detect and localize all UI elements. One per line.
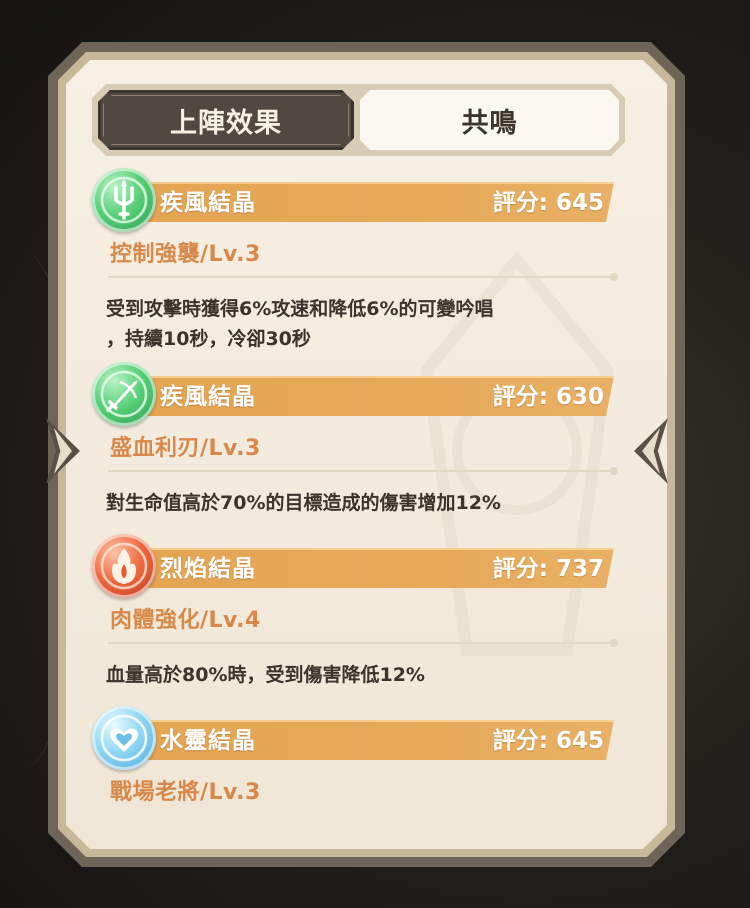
score-label: 評分: (492, 190, 548, 216)
heart-shield-gem-icon (92, 706, 156, 770)
skill-description: 對生命值高於70%的目標造成的傷害增加12% (106, 488, 626, 518)
tab-deploy-effects-label: 上陣效果 (170, 107, 282, 139)
crystal-name: 水靈結晶 (160, 728, 256, 754)
crystal-name: 疾風結晶 (160, 384, 256, 410)
score-value: 737 (555, 556, 604, 582)
tab-bar: 上陣效果 共鳴 (92, 84, 625, 156)
divider (108, 639, 618, 647)
flame-gem-icon (92, 534, 156, 598)
tab-deploy-effects[interactable]: 上陣效果 (98, 90, 354, 150)
skill-description-line: 受到攻擊時獲得6%攻速和降低6%的可變吟唱 (106, 298, 494, 320)
skill-description-line: 血量高於80%時，受到傷害降低12% (106, 664, 425, 686)
skill-description-line: ，持續10秒，冷卻30秒 (106, 328, 311, 350)
score-label: 評分: (492, 384, 548, 410)
tab-resonance[interactable]: 共鳴 (360, 90, 619, 150)
score-label: 評分: (492, 556, 548, 582)
skill-name: 肉體強化/Lv.4 (110, 608, 261, 633)
skill-description-line: 對生命值高於70%的目標造成的傷害增加12% (106, 492, 501, 514)
score: 評分: 645 (493, 721, 604, 761)
game-screen: 上陣效果 共鳴 疾風結晶 評分: 645 控制強襲/Lv.3 受到攻擊時獲得6%攻… (0, 0, 750, 908)
score-label: 評分: (492, 728, 548, 754)
tab-resonance-label: 共鳴 (461, 107, 518, 139)
skill-name: 戰場老將/Lv.3 (110, 780, 261, 805)
score-value: 645 (555, 728, 604, 754)
crystal-name: 疾風結晶 (160, 190, 256, 216)
skill-description: 血量高於80%時，受到傷害降低12% (106, 660, 626, 690)
divider (108, 467, 618, 475)
score: 評分: 737 (493, 549, 604, 589)
skill-name: 盛血利刃/Lv.3 (110, 436, 261, 461)
score-value: 645 (555, 190, 604, 216)
skill-description: 受到攻擊時獲得6%攻速和降低6%的可變吟唱 ，持續10秒，冷卻30秒 (106, 294, 626, 354)
divider (108, 273, 618, 281)
score: 評分: 645 (493, 183, 604, 223)
score: 評分: 630 (493, 377, 604, 417)
blade-gem-icon (92, 362, 156, 426)
skill-name: 控制強襲/Lv.3 (110, 242, 261, 267)
trident-gem-icon (92, 168, 156, 232)
crystal-name: 烈焰結晶 (160, 556, 256, 582)
score-value: 630 (555, 384, 604, 410)
